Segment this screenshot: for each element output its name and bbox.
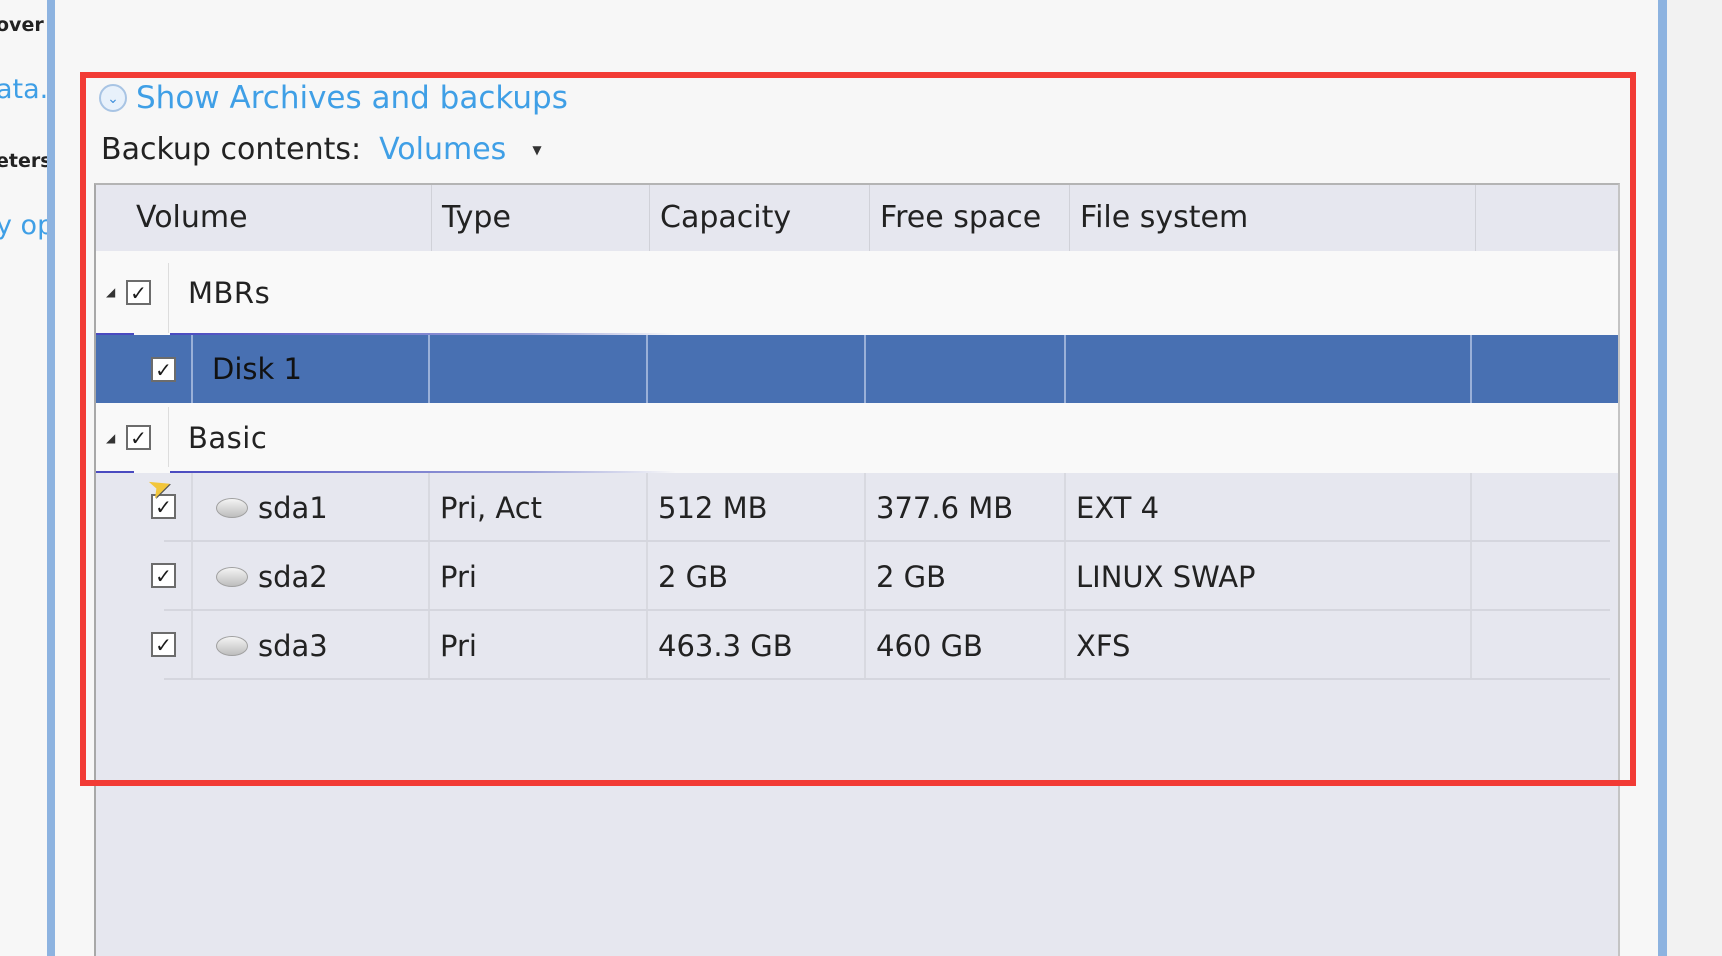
cell-volume-text: sda3 [258, 628, 328, 663]
cell-capacity [648, 335, 866, 403]
cell-free-space: 377.6 MB [866, 473, 1066, 542]
group-mbrs: ◢ ✓ MBRs [96, 251, 1618, 335]
table-row[interactable]: ✓ sda3 Pri 463.3 GB 460 GB XFS [96, 611, 1618, 680]
row-checkbox[interactable]: ✓ [151, 563, 176, 588]
disk-icon [216, 566, 248, 587]
row-checkbox[interactable]: ✓ [151, 357, 176, 382]
table-row[interactable]: ✓ sda1 Pri, Act 512 MB 377.6 MB EXT 4 [96, 473, 1618, 542]
column-capacity[interactable]: Capacity [650, 185, 870, 251]
collapse-triangle-icon[interactable]: ◢ [106, 431, 115, 445]
cell-volume: sda2 [206, 542, 430, 611]
table-row[interactable]: ✓ sda2 Pri 2 GB 2 GB LINUX SWAP [96, 542, 1618, 611]
cell-file-system: LINUX SWAP [1066, 542, 1472, 611]
show-archives-link[interactable]: ⌄ Show Archives and backups [99, 80, 568, 116]
cell-type [430, 335, 648, 403]
backup-contents-label: Backup contents: [101, 132, 362, 167]
column-file-system[interactable]: File system [1070, 185, 1476, 251]
disk-icon [216, 635, 248, 656]
left-fragment-2[interactable]: ata. [0, 74, 48, 105]
cell-capacity: 463.3 GB [648, 611, 866, 680]
group-mbrs-label: MBRs [188, 276, 271, 310]
column-free-space[interactable]: Free space [870, 185, 1070, 251]
left-fragment-1: over [0, 14, 44, 36]
show-archives-label[interactable]: Show Archives and backups [136, 80, 568, 116]
cell-type: Pri [430, 542, 648, 611]
cell-capacity: 512 MB [648, 473, 866, 542]
collapse-triangle-icon[interactable]: ◢ [106, 285, 115, 299]
dropdown-caret-icon[interactable]: ▼ [532, 143, 541, 157]
cell-file-system: XFS [1066, 611, 1472, 680]
grid-header: Volume Type Capacity Free space File sys… [96, 185, 1616, 252]
cell-file-system [1066, 335, 1472, 403]
group-basic-checkbox[interactable]: ✓ [126, 425, 151, 450]
right-divider [1658, 0, 1667, 956]
table-row-disk-1[interactable]: ✓ Disk 1 [96, 335, 1618, 403]
expand-circle-icon[interactable]: ⌄ [99, 84, 127, 112]
cell-volume: Disk 1 [184, 335, 430, 403]
group-mbrs-checkbox[interactable]: ✓ [126, 280, 151, 305]
left-divider [47, 0, 55, 956]
group-basic-label: Basic [188, 421, 268, 455]
disk-icon [216, 497, 248, 518]
left-panel: over ata. eters y op [0, 0, 48, 956]
cell-free-space [866, 335, 1066, 403]
cell-free-space: 460 GB [866, 611, 1066, 680]
cell-type: Pri [430, 611, 648, 680]
cell-capacity: 2 GB [648, 542, 866, 611]
backup-contents-dropdown[interactable]: Volumes [379, 132, 506, 167]
column-volume[interactable]: Volume [126, 185, 432, 251]
cell-free-space: 2 GB [866, 542, 1066, 611]
cell-volume: sda3 [206, 611, 430, 680]
left-fragment-4[interactable]: y op [0, 210, 48, 241]
left-fragment-3: eters [0, 150, 48, 172]
cell-file-system: EXT 4 [1066, 473, 1472, 542]
cell-volume-text: sda1 [258, 490, 328, 525]
right-panel [1667, 0, 1722, 956]
volume-grid: Volume Type Capacity Free space File sys… [94, 183, 1620, 956]
column-type[interactable]: Type [432, 185, 650, 251]
cell-type: Pri, Act [430, 473, 648, 542]
backup-contents: Backup contents: Volumes ▼ [101, 132, 542, 167]
cell-volume: sda1 [206, 473, 430, 542]
group-basic: ◢ ✓ Basic [96, 403, 1618, 473]
cell-volume-text: sda2 [258, 559, 328, 594]
row-checkbox[interactable]: ✓ [151, 632, 176, 657]
